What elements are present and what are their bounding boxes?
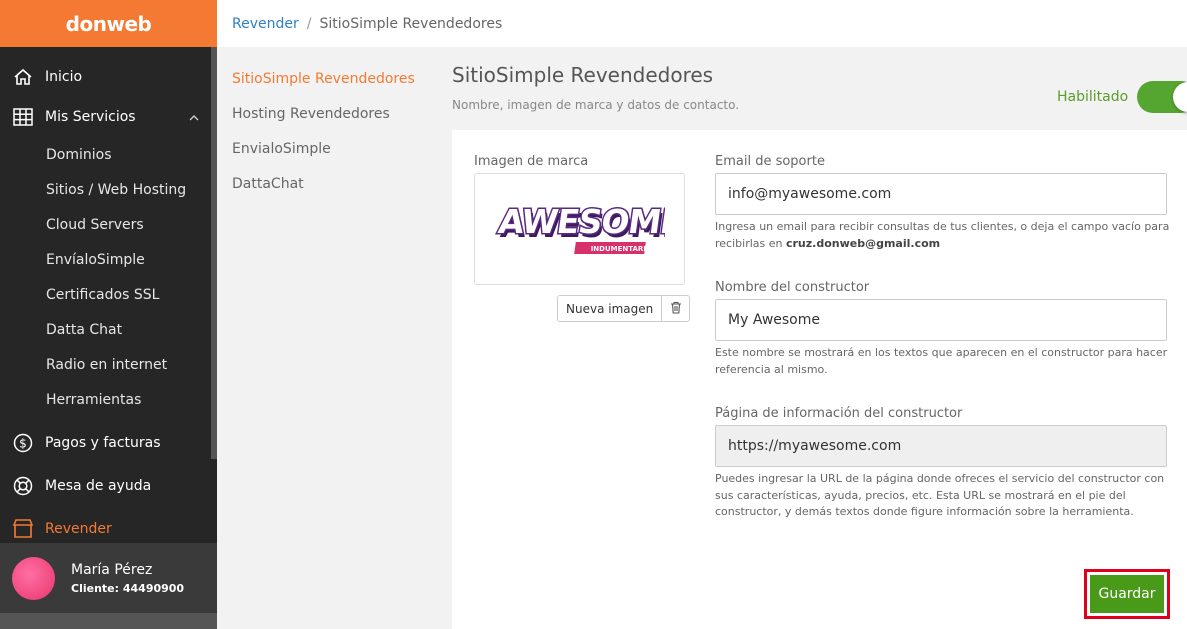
builder-url-input[interactable]	[715, 425, 1167, 467]
nav-label: Pagos y facturas	[45, 434, 161, 451]
builder-name-label: Nombre del constructor	[715, 280, 870, 295]
logo[interactable]: donweb	[0, 0, 217, 47]
sidebar: donweb Inicio Mis Servicios Dominios Sit…	[0, 0, 217, 629]
chevron-up-icon[interactable]	[189, 111, 199, 124]
nav-sub-dattachat[interactable]: Datta Chat	[0, 312, 211, 347]
nav-item-mesa-ayuda[interactable]: Mesa de ayuda	[0, 464, 211, 507]
new-image-button[interactable]: Nueva imagen	[558, 296, 663, 321]
lifebuoy-icon	[12, 475, 34, 497]
secondary-nav: SitioSimple Revendedores Hosting Revende…	[217, 47, 437, 629]
dollar-icon: $	[12, 432, 34, 454]
subnav-item-dattachat[interactable]: DattaChat	[217, 176, 437, 211]
sidebar-nav: Inicio Mis Servicios Dominios Sitios / W…	[0, 57, 211, 550]
brand-logo: AWESOME AWESOME INDUMENTARIA	[495, 201, 665, 254]
brand-image-actions: Nueva imagen	[557, 295, 691, 322]
builder-url-label: Página de información del constructor	[715, 406, 963, 421]
builder-url-help: Puedes ingresar la URL de la página dond…	[715, 472, 1165, 518]
page-subtitle: Nombre, imagen de marca y datos de conta…	[452, 98, 740, 112]
svg-text:$: $	[19, 436, 27, 450]
support-email-help: Ingresa un email para recibir consultas …	[715, 219, 1170, 252]
svg-text:AWESOME: AWESOME	[495, 202, 664, 241]
page-title: SitioSimple Revendedores	[452, 63, 714, 87]
brand-image-label: Imagen de marca	[474, 154, 589, 169]
save-button[interactable]: Guardar	[1090, 575, 1164, 613]
main-content: SitioSimple Revendedores Nombre, imagen …	[437, 47, 1187, 629]
avatar	[12, 556, 55, 600]
breadcrumb-separator: /	[306, 15, 312, 32]
nav-sub-envialosimple[interactable]: EnvíaloSimple	[0, 242, 211, 277]
nav-sub-cloud[interactable]: Cloud Servers	[0, 207, 211, 242]
sidebar-footer	[0, 613, 217, 629]
support-email-help-text: Ingresa un email para recibir consultas …	[715, 220, 1170, 250]
nav-label: Mis Servicios	[45, 109, 136, 125]
nav-item-mis-servicios[interactable]: Mis Servicios	[0, 97, 211, 137]
support-email-input[interactable]	[715, 173, 1167, 215]
nav-label: Revender	[45, 520, 112, 537]
brand-image-preview: AWESOME AWESOME INDUMENTARIA	[474, 173, 685, 285]
nav-sub-hosting[interactable]: Sitios / Web Hosting	[0, 172, 211, 207]
builder-name-help: Este nombre se mostrará en los textos qu…	[715, 346, 1168, 376]
svg-text:INDUMENTARIA: INDUMENTARIA	[590, 245, 651, 253]
save-button-highlight: Guardar	[1084, 569, 1170, 619]
nav-label: Inicio	[45, 69, 83, 85]
user-profile[interactable]: María Pérez Cliente: 44490900	[0, 543, 217, 613]
nav-item-pagos[interactable]: $ Pagos y facturas	[0, 421, 211, 464]
support-email-label: Email de soporte	[715, 154, 825, 169]
brand-name: donweb	[65, 11, 152, 36]
grid-icon	[12, 106, 34, 128]
settings-card: Imagen de marca AWESOME AWESOME INDUMENT…	[452, 130, 1187, 629]
trash-icon	[670, 299, 682, 318]
nav-label: Mesa de ayuda	[45, 477, 152, 494]
builder-name-input[interactable]	[715, 299, 1167, 341]
store-icon	[12, 518, 34, 540]
nav-sub-herramientas[interactable]: Herramientas	[0, 382, 211, 417]
subnav-item-hosting[interactable]: Hosting Revendedores	[217, 106, 437, 141]
breadcrumb-current: SitioSimple Revendedores	[319, 15, 503, 32]
user-name: María Pérez	[71, 561, 153, 578]
breadcrumb: Revender / SitioSimple Revendedores	[217, 0, 1187, 47]
nav-sub-radio[interactable]: Radio en internet	[0, 347, 211, 382]
nav-sub-ssl[interactable]: Certificados SSL	[0, 277, 211, 312]
enabled-toggle[interactable]	[1137, 81, 1187, 113]
toggle-knob	[1173, 82, 1187, 112]
toggle-label: Habilitado	[1057, 89, 1129, 105]
subnav-item-envialosimple[interactable]: EnvialoSimple	[217, 141, 437, 176]
nav-item-inicio[interactable]: Inicio	[0, 57, 211, 97]
breadcrumb-link-revender[interactable]: Revender	[232, 16, 299, 32]
delete-image-button[interactable]	[662, 296, 689, 321]
home-icon	[12, 66, 34, 88]
nav-sub-dominios[interactable]: Dominios	[0, 137, 211, 172]
subnav-item-sitiosimple[interactable]: SitioSimple Revendedores	[217, 71, 437, 106]
user-client-id: Cliente: 44490900	[71, 581, 185, 595]
support-email-default: cruz.donweb@gmail.com	[785, 236, 941, 250]
